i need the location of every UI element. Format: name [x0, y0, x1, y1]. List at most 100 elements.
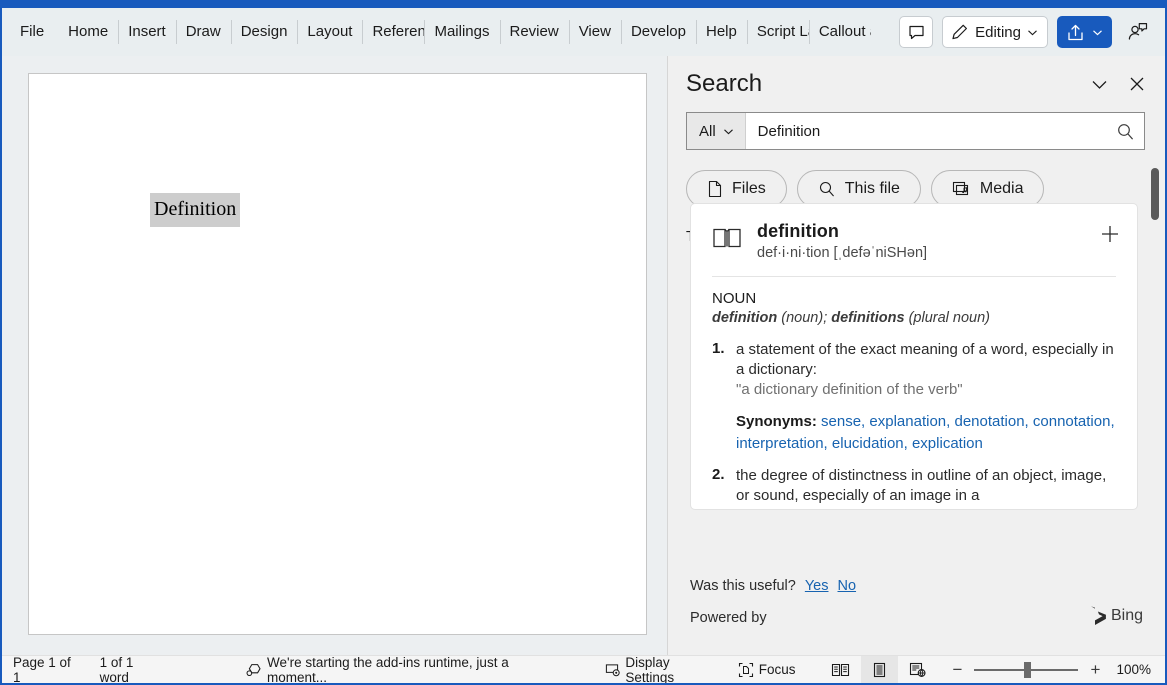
- status-display-settings[interactable]: Display Settings: [594, 655, 727, 683]
- search-pane-header: Search: [668, 56, 1165, 98]
- search-icon: [1117, 123, 1133, 139]
- focus-icon: [738, 662, 753, 677]
- share-button[interactable]: [1057, 16, 1112, 48]
- tab-home[interactable]: Home: [58, 18, 118, 46]
- bing-label: Bing: [1110, 606, 1143, 624]
- dictionary-word-block: definition def·i·ni·tion [ˌdefəˈniSHən]: [757, 221, 927, 261]
- view-read-mode-button[interactable]: [820, 656, 861, 683]
- view-web-layout-button[interactable]: [898, 656, 938, 683]
- search-pane-scrollbar[interactable]: [1151, 168, 1159, 468]
- feedback-row: Was this useful? Yes No: [690, 578, 856, 594]
- synonym-link[interactable]: interpretation,: [736, 435, 828, 452]
- tab-review-label: Review: [509, 23, 559, 40]
- part-of-speech: NOUN: [712, 290, 757, 307]
- word-form-singular-tag: (noun);: [777, 310, 832, 326]
- collapse-pane-button[interactable]: [1085, 71, 1113, 97]
- definition-example: "a dictionary definition of the verb": [736, 381, 963, 399]
- media-icon: [952, 181, 968, 196]
- synonyms-row: Synonyms: sense, explanation, denotation…: [736, 411, 1115, 454]
- status-focus-label: Focus: [758, 662, 796, 677]
- ribbon-tabs: File Home Insert Draw Design Layout Refe…: [2, 8, 871, 56]
- word-form-singular: definition: [712, 310, 778, 326]
- status-page-number[interactable]: Page 1 of 1: [2, 655, 89, 684]
- status-focus[interactable]: Focus: [727, 656, 807, 683]
- dictionary-book-icon: [712, 221, 742, 261]
- search-pane-title: Search: [686, 70, 763, 97]
- zoom-thumb[interactable]: [1024, 661, 1032, 678]
- tab-view[interactable]: View: [568, 18, 621, 46]
- tab-view-label: View: [578, 23, 611, 40]
- definition-number: 2.: [712, 465, 725, 483]
- dictionary-card-header: definition def·i·ni·tion [ˌdefəˈniSHən]: [691, 204, 1137, 261]
- tab-callout[interactable]: Callout a: [808, 18, 871, 46]
- feedback-no-link[interactable]: No: [838, 578, 857, 594]
- share-with-people-button[interactable]: [1121, 16, 1155, 48]
- tab-review[interactable]: Review: [499, 18, 569, 46]
- synonym-link[interactable]: sense,: [821, 413, 865, 430]
- zoom-in-button[interactable]: +: [1088, 660, 1102, 680]
- search-scope-dropdown[interactable]: All: [687, 113, 746, 149]
- synonym-link[interactable]: elucidation,: [832, 435, 908, 452]
- zoom-track[interactable]: [974, 661, 1079, 678]
- word-form-plural-tag: (plural noun): [904, 310, 990, 326]
- chip-this-file-label: This file: [844, 180, 900, 197]
- word-window: File Home Insert Draw Design Layout Refe…: [0, 0, 1167, 685]
- zoom-slider[interactable]: − +: [950, 660, 1102, 680]
- tab-references[interactable]: Referenc: [362, 18, 424, 46]
- web-layout-icon: [910, 662, 927, 677]
- close-pane-button[interactable]: [1123, 71, 1151, 97]
- document-page[interactable]: Definition: [28, 73, 647, 635]
- tab-developer[interactable]: Develop: [620, 18, 696, 46]
- feedback-yes-link[interactable]: Yes: [805, 578, 829, 594]
- document-canvas[interactable]: Definition: [2, 56, 667, 655]
- view-print-layout-button[interactable]: [861, 656, 899, 683]
- status-addin-message-label: We're starting the add-ins runtime, just…: [267, 654, 509, 685]
- print-layout-icon: [874, 662, 886, 677]
- tab-draw[interactable]: Draw: [175, 18, 231, 46]
- comment-button[interactable]: [899, 16, 934, 48]
- bing-logo-icon: [1090, 606, 1106, 625]
- word-forms: definition (noun); definitions (plural n…: [712, 310, 1137, 326]
- tab-script-lab[interactable]: Script La: [746, 18, 809, 46]
- tab-script-lab-label: Script La: [756, 23, 809, 40]
- editing-mode-button[interactable]: Editing: [942, 16, 1048, 48]
- word-form-plural: definitions: [831, 310, 905, 326]
- addin-hexagon-icon: [246, 663, 261, 676]
- status-word-count[interactable]: 1 of 1 word: [89, 654, 174, 685]
- synonym-link[interactable]: denotation,: [954, 413, 1028, 430]
- read-mode-icon: [832, 663, 850, 676]
- run-search-button[interactable]: [1106, 113, 1144, 149]
- definition-text: a statement of the exact meaning of a wo…: [736, 341, 1114, 379]
- scrollbar-thumb[interactable]: [1151, 168, 1159, 220]
- tab-mailings[interactable]: Mailings: [424, 18, 499, 46]
- tab-layout[interactable]: Layout: [297, 18, 362, 46]
- tab-home-label: Home: [68, 23, 109, 40]
- tab-help[interactable]: Help: [695, 18, 747, 46]
- search-input[interactable]: [745, 113, 1106, 149]
- synonym-link[interactable]: explanation,: [869, 413, 950, 430]
- synonyms-label: Synonyms:: [736, 413, 817, 431]
- tab-file[interactable]: File: [2, 18, 58, 46]
- tab-insert[interactable]: Insert: [118, 18, 176, 46]
- synonym-link[interactable]: explication: [912, 435, 983, 452]
- zoom-out-button[interactable]: −: [950, 660, 964, 680]
- status-word-count-label: 1 of 1 word: [99, 654, 134, 685]
- chip-media-label: Media: [979, 180, 1024, 197]
- tab-references-label: Referenc: [372, 23, 424, 40]
- chevron-down-icon: [1028, 29, 1037, 35]
- share-icon: [1068, 24, 1083, 40]
- synonym-link[interactable]: connotation,: [1033, 413, 1115, 430]
- add-to-document-button[interactable]: [1097, 221, 1123, 247]
- search-scope-label: All: [699, 122, 716, 140]
- definition-item: 1. a statement of the exact meaning of a…: [691, 340, 1137, 454]
- file-icon: [708, 180, 722, 198]
- tab-insert-label: Insert: [128, 23, 166, 40]
- selected-document-text[interactable]: Definition: [150, 193, 241, 227]
- dictionary-result-card[interactable]: definition def·i·ni·tion [ˌdefəˈniSHən] …: [690, 203, 1138, 510]
- tab-callout-label: Callout a: [818, 23, 871, 40]
- comment-icon: [909, 25, 924, 39]
- tab-mailings-label: Mailings: [434, 23, 490, 40]
- tab-design[interactable]: Design: [230, 18, 298, 46]
- share-people-icon: [1128, 23, 1148, 40]
- feedback-label: Was this useful?: [690, 578, 796, 594]
